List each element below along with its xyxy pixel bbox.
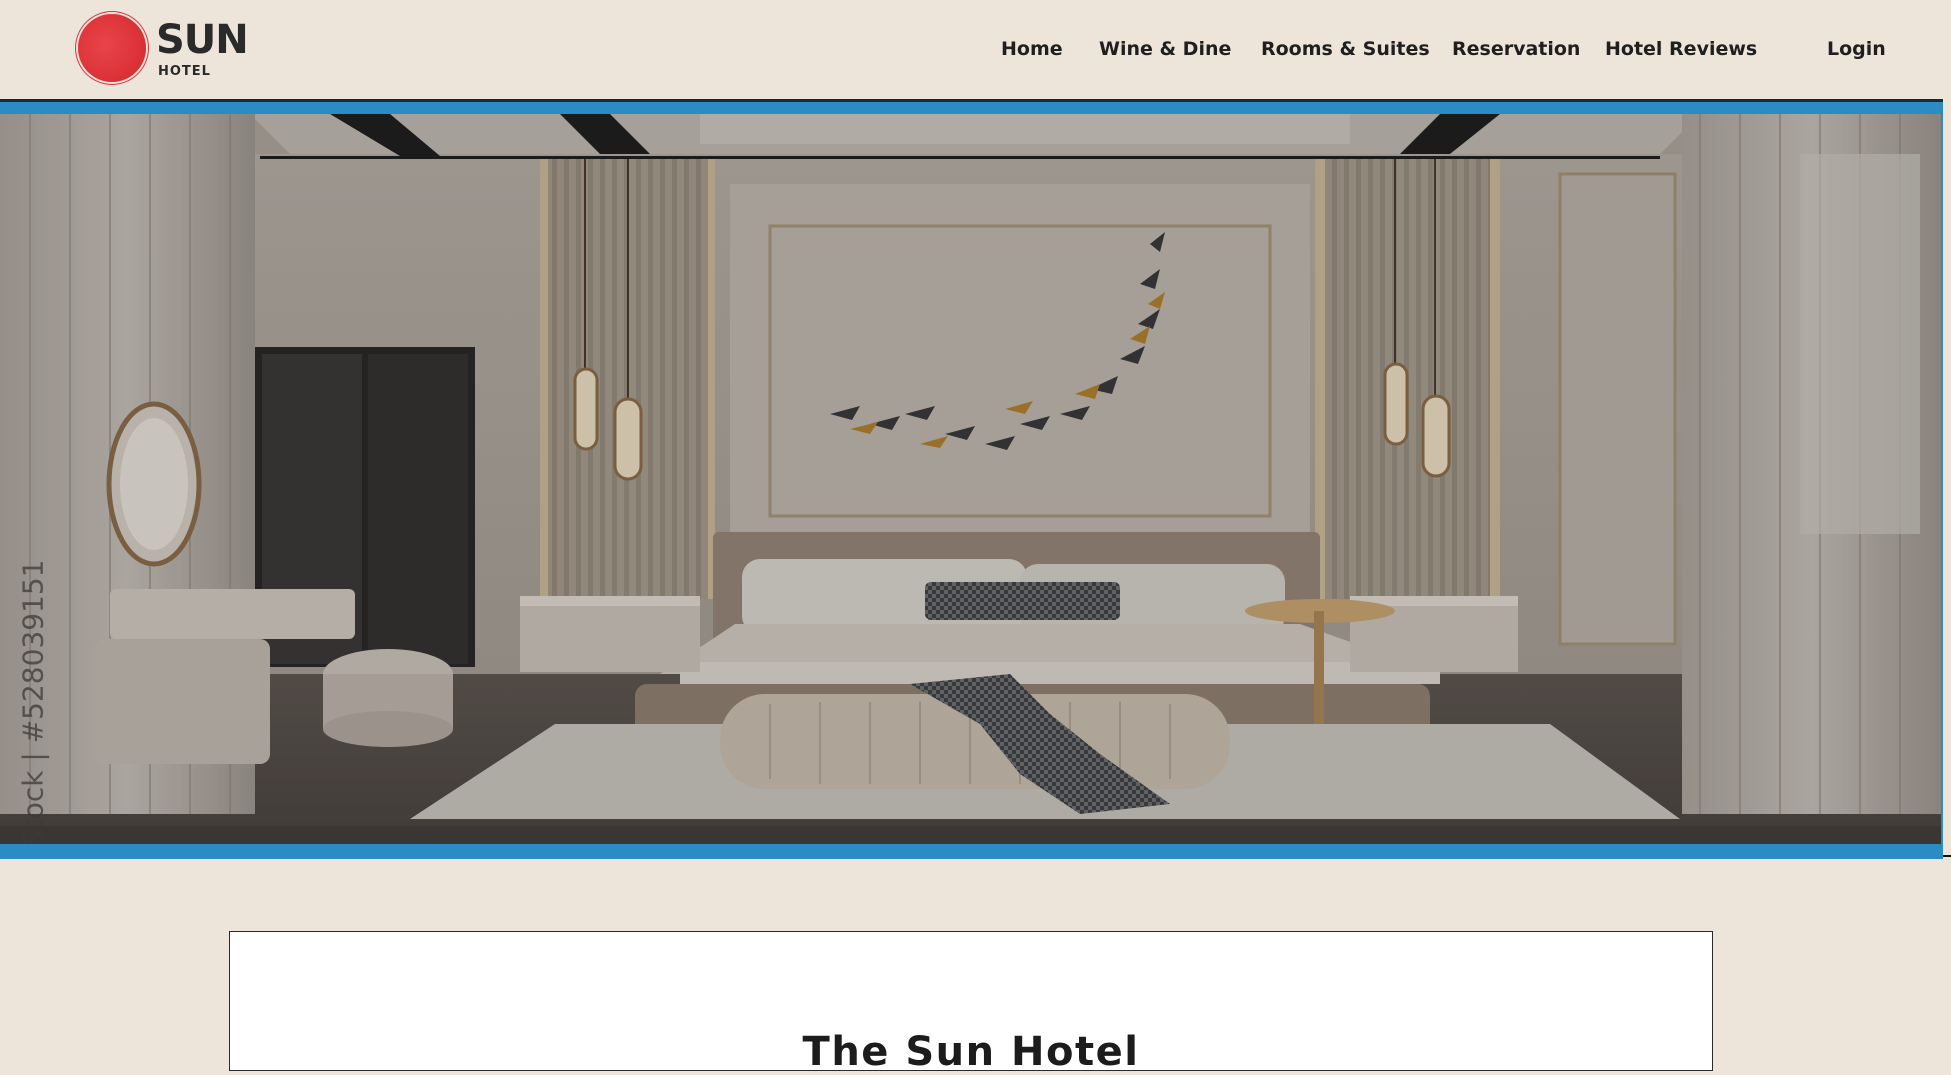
intro-card: The Sun Hotel xyxy=(229,931,1713,1075)
hero-edge-line xyxy=(1943,855,1951,857)
nav-home-link[interactable]: Home xyxy=(1001,38,1063,60)
hero-top-divider xyxy=(0,99,1943,102)
logo-subtitle: HOTEL xyxy=(158,64,211,79)
nav-wine-dine-link[interactable]: Wine & Dine xyxy=(1099,38,1231,60)
nav-reservation-link[interactable]: Reservation xyxy=(1452,38,1580,60)
page-title: The Sun Hotel xyxy=(802,1028,1140,1075)
site-header: SUN HOTEL Home Wine & Dine Rooms & Suite… xyxy=(0,0,1951,99)
nav-hotel-reviews-link[interactable]: Hotel Reviews xyxy=(1605,38,1757,60)
login-link[interactable]: Login xyxy=(1827,38,1886,60)
hero-bedroom-image: Adobe Stock | #528039151 xyxy=(0,114,1941,844)
main-navigation: Home Wine & Dine Rooms & Suites Reservat… xyxy=(0,38,1951,66)
bedroom-illustration xyxy=(0,114,1941,844)
nav-rooms-suites-link[interactable]: Rooms & Suites xyxy=(1261,38,1430,60)
